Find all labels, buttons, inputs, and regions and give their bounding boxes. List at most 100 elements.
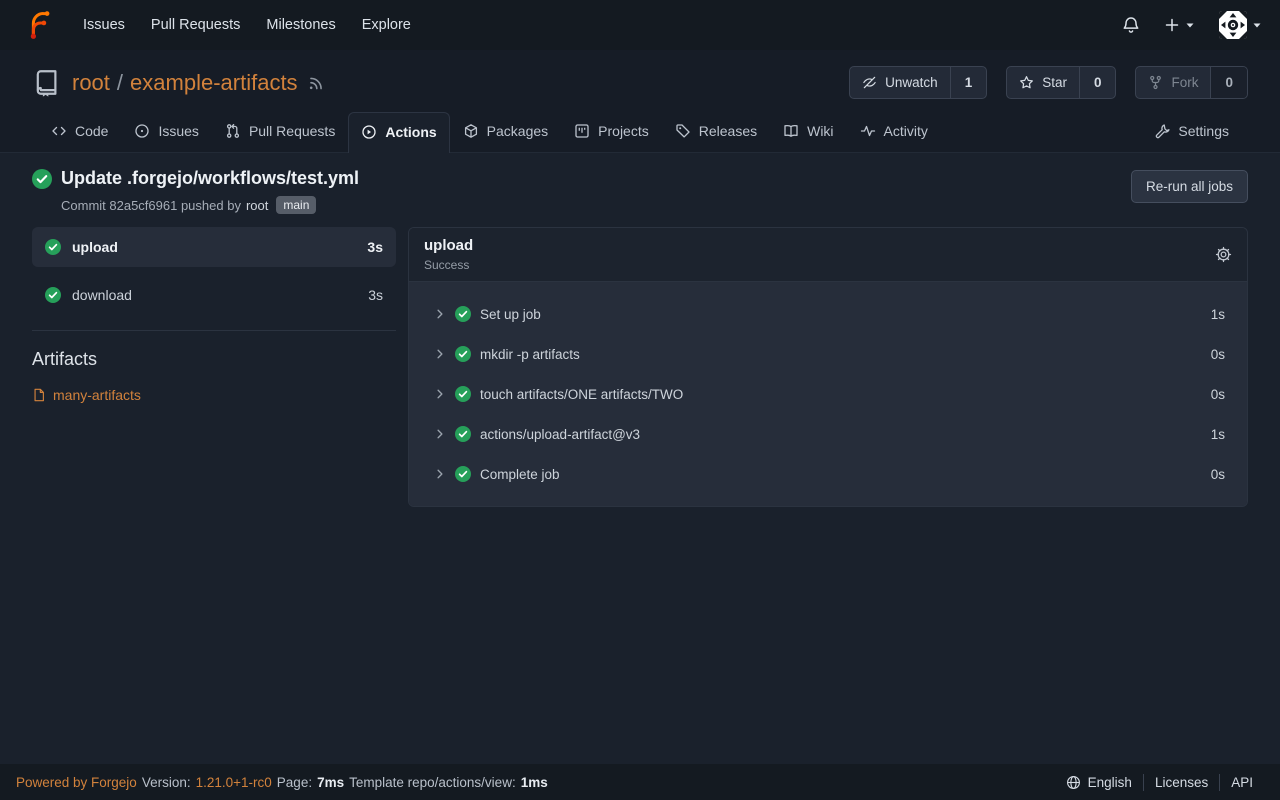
step-duration: 0s [1211,387,1225,402]
branch-badge[interactable]: main [276,196,316,214]
step-row-touch[interactable]: touch artifacts/ONE artifacts/TWO 0s [409,374,1247,414]
repo-name-link[interactable]: example-artifacts [130,70,298,96]
job-detail-header: upload Success [409,228,1247,282]
job-detail-name: upload [424,237,473,254]
page-time-value: 7ms [317,775,344,790]
tab-settings[interactable]: Settings [1141,111,1242,152]
repo-breadcrumb: root / example-artifacts [72,70,298,96]
chevron-right-icon [434,308,446,320]
nav-pull-requests[interactable]: Pull Requests [138,9,253,41]
star-label: Star [1042,75,1067,90]
licenses-link[interactable]: Licenses [1144,775,1219,790]
step-label: Complete job [480,467,560,482]
chevron-down-icon [1185,20,1195,30]
chevron-right-icon [434,468,446,480]
navbar-right [1122,11,1262,39]
repo-action-buttons: Unwatch 1 Star 0 [849,66,1248,99]
create-new-dropdown[interactable] [1164,17,1195,33]
step-label: touch artifacts/ONE artifacts/TWO [480,387,683,402]
rss-feed-icon[interactable] [308,74,325,91]
step-label: mkdir -p artifacts [480,347,580,362]
job-detail-panel: upload Success Set up job 1s [408,227,1248,507]
nav-issues[interactable]: Issues [70,9,138,41]
rerun-all-jobs-button[interactable]: Re-run all jobs [1131,170,1248,203]
artifact-link-many-artifacts[interactable]: many-artifacts [32,387,396,403]
powered-by-link[interactable]: Powered by Forgejo [16,775,137,790]
open-book-icon [783,123,799,139]
step-row-complete-job[interactable]: Complete job 0s [409,454,1247,494]
job-detail-status: Success [424,258,473,272]
step-success-check-icon [455,306,471,322]
commit-summary: Commit 82a5cf6961 pushed by [61,198,241,213]
step-label: Set up job [480,307,541,322]
plus-icon [1164,17,1180,33]
footer-left: Powered by ForgejoVersion:1.21.0+1-rc0Pa… [16,775,548,790]
run-header: Update .forgejo/workflows/test.yml Commi… [32,153,1248,227]
artifacts-heading: Artifacts [32,349,396,370]
step-row-upload-artifact[interactable]: actions/upload-artifact@v3 1s [409,414,1247,454]
tab-projects[interactable]: Projects [561,111,662,152]
tab-activity[interactable]: Activity [847,111,941,152]
star-button[interactable]: Star 0 [1006,66,1116,99]
step-label: actions/upload-artifact@v3 [480,427,640,442]
stars-count[interactable]: 0 [1079,67,1116,98]
tab-pull-requests[interactable]: Pull Requests [212,111,348,152]
job-duration: 3s [367,239,383,255]
job-item-upload[interactable]: upload 3s [32,227,396,267]
commit-author-link[interactable]: root [246,198,268,213]
page-time-label: Page: [277,775,312,790]
fork-button[interactable]: Fork 0 [1135,66,1248,99]
tab-releases[interactable]: Releases [662,111,770,152]
step-duration: 1s [1211,307,1225,322]
gear-icon[interactable] [1215,246,1232,263]
pulse-icon [860,123,876,139]
steps-list: Set up job 1s mkdir -p artifacts 0s touc… [409,282,1247,506]
breadcrumb-separator: / [117,70,123,96]
notifications-bell-icon[interactable] [1122,16,1140,34]
page-footer: Powered by ForgejoVersion:1.21.0+1-rc0Pa… [0,764,1280,800]
forgejo-logo-icon[interactable] [24,10,54,40]
run-content: upload 3s download 3s Artifacts many-art… [32,227,1248,507]
nav-explore[interactable]: Explore [349,9,424,41]
repo-title-row: root / example-artifacts Unwatc [32,66,1248,99]
star-icon [1019,75,1034,90]
run-success-check-icon [32,169,52,189]
job-name: download [72,287,132,303]
nav-milestones[interactable]: Milestones [253,9,348,41]
job-item-download[interactable]: download 3s [32,275,396,315]
tab-code[interactable]: Code [38,111,121,152]
step-success-check-icon [455,426,471,442]
footer-right: English Licenses API [1055,774,1264,791]
package-cube-icon [463,123,479,139]
chevron-right-icon [434,388,446,400]
chevron-down-icon [1252,20,1262,30]
top-navbar: Issues Pull Requests Milestones Explore [0,0,1280,50]
artifact-name: many-artifacts [53,387,141,403]
template-time-value: 1ms [521,775,548,790]
api-link[interactable]: API [1220,775,1264,790]
tab-issues[interactable]: Issues [121,111,211,152]
version-link[interactable]: 1.21.0+1-rc0 [196,775,272,790]
run-header-left: Update .forgejo/workflows/test.yml Commi… [32,168,359,214]
actions-run-view: Update .forgejo/workflows/test.yml Commi… [0,153,1280,507]
forks-count[interactable]: 0 [1210,67,1247,98]
repo-owner-link[interactable]: root [72,70,110,96]
pull-request-icon [225,123,241,139]
commit-line: Commit 82a5cf6961 pushed by root main [61,196,359,214]
watchers-count[interactable]: 1 [950,67,987,98]
tools-icon [1154,123,1170,139]
step-row-setup-job[interactable]: Set up job 1s [409,294,1247,334]
user-menu-dropdown[interactable] [1219,11,1262,39]
language-selector[interactable]: English [1055,775,1143,790]
step-duration: 0s [1211,467,1225,482]
code-icon [51,123,67,139]
step-success-check-icon [455,466,471,482]
tab-wiki[interactable]: Wiki [770,111,846,152]
unwatch-button[interactable]: Unwatch 1 [849,66,987,99]
tab-actions[interactable]: Actions [348,112,449,153]
step-row-mkdir[interactable]: mkdir -p artifacts 0s [409,334,1247,374]
run-title: Update .forgejo/workflows/test.yml [61,168,359,189]
tab-packages[interactable]: Packages [450,111,561,152]
job-success-check-icon [45,287,61,303]
issue-circle-icon [134,123,150,139]
